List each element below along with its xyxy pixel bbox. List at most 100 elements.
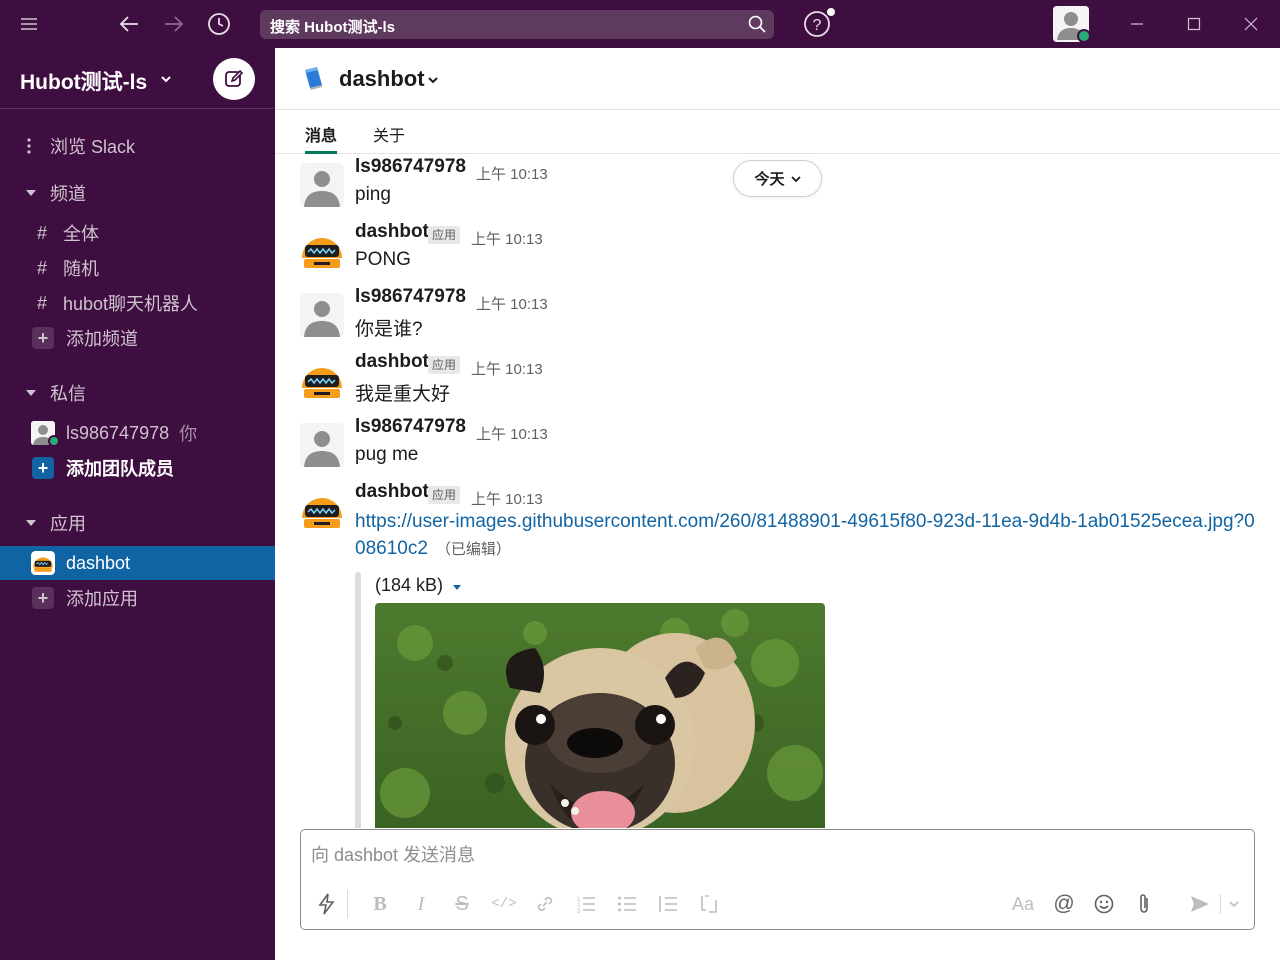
workspace-header[interactable]: Hubot测试-ls [0,48,275,109]
send-options-chevron-icon[interactable] [1223,890,1245,918]
hash-icon: # [37,292,48,313]
compose-button[interactable] [213,58,255,100]
forward-arrow-icon[interactable] [158,8,190,40]
add-team-members-button[interactable]: + 添加团队成员 [0,452,275,484]
sidebar-item-app-dashbot[interactable]: dashbot [0,546,275,580]
sidebar-item-label: 添加应用 [66,589,138,609]
blockquote-icon[interactable] [654,890,682,918]
message-timestamp[interactable]: 上午 10:13 [471,358,543,379]
today-label: 今天 [754,171,785,188]
channel-name[interactable]: dashbot [339,66,425,92]
dashbot-avatar[interactable] [300,358,344,402]
message-author[interactable]: dashbot [355,351,429,373]
message-timestamp[interactable]: 上午 10:13 [476,293,548,314]
channel-header: dashbot [275,48,1280,110]
italic-icon[interactable]: I [407,890,435,918]
toolbar-divider [347,890,348,918]
avatar[interactable] [300,163,344,207]
attachment-paperclip-icon[interactable] [1130,890,1158,918]
send-icon[interactable] [1186,890,1214,918]
sidebar-item-dm-self[interactable]: ls986747978 你 [0,417,275,449]
pug-image[interactable] [375,603,825,828]
bold-icon[interactable]: B [366,890,394,918]
workspace-name[interactable]: Hubot测试-ls [20,66,147,96]
message-timestamp[interactable]: 上午 10:13 [476,423,548,444]
add-channel-button[interactable]: + 添加频道 [0,322,275,354]
avatar[interactable] [300,293,344,337]
chevron-down-icon[interactable] [160,71,172,89]
chevron-down-icon[interactable] [427,72,439,90]
hash-icon: # [37,222,48,243]
message-author[interactable]: ls986747978 [355,416,466,438]
message-timestamp[interactable]: 上午 10:13 [476,163,548,184]
message-timestamp[interactable]: 上午 10:13 [471,228,543,249]
message-author[interactable]: ls986747978 [355,156,466,178]
hash-icon: # [37,257,48,278]
back-arrow-icon[interactable] [113,8,145,40]
menu-icon[interactable] [13,8,45,40]
svg-text:3: 3 [577,909,581,913]
message-timestamp[interactable]: 上午 10:13 [471,488,543,509]
search-bar[interactable]: 搜索 Hubot测试-ls [260,10,774,39]
sidebar-item-channel-hubot[interactable]: # hubot聊天机器人 [0,287,275,319]
code-icon[interactable]: </> [490,890,518,918]
message-item: dashbot 应用 上午 10:13 PONG [275,220,1280,285]
attachment-size-line[interactable]: (184 kB) [375,575,462,596]
shortcuts-lightning-icon[interactable] [313,890,341,918]
ordered-list-icon[interactable]: 123 [572,890,600,918]
attachment-size: (184 kB) [375,575,444,595]
add-app-button[interactable]: + 添加应用 [0,582,275,614]
message-text: 我是重大好 [355,384,451,405]
minimize-icon[interactable] [1125,12,1149,36]
search-icon [748,15,766,37]
plus-icon: + [32,457,54,479]
sidebar-item-label: hubot聊天机器人 [63,294,199,314]
message-author[interactable]: ls986747978 [355,286,466,308]
dashbot-avatar[interactable] [300,488,344,532]
section-channels[interactable]: 频道 [0,177,275,209]
code-block-icon[interactable] [695,890,723,918]
close-icon[interactable] [1239,12,1263,36]
message-author[interactable]: dashbot [355,221,429,243]
sidebar-item-browse[interactable]: 浏览 Slack [0,130,275,162]
chevron-down-icon [790,175,801,182]
sidebar-item-label: 随机 [63,259,100,279]
tab-messages[interactable]: 消息 [305,122,338,154]
sidebar-item-channel-all[interactable]: # 全体 [0,217,275,249]
maximize-icon[interactable] [1182,12,1206,36]
section-label: 频道 [50,184,86,204]
help-icon[interactable]: ? [803,8,835,38]
strikethrough-icon[interactable]: S [448,890,476,918]
tab-about[interactable]: 关于 [373,122,405,154]
attachment-bar [355,572,361,828]
message-author[interactable]: dashbot [355,481,429,503]
text-format-icon[interactable]: Aa [1009,890,1037,918]
sidebar-item-channel-random[interactable]: # 随机 [0,252,275,284]
plus-icon: + [32,327,54,349]
message-text: 你是谁? [355,319,423,340]
sidebar: Hubot测试-ls 浏览 Slack 频道 # 全体 # 随机 # hubot… [0,48,275,960]
date-divider-today-button[interactable]: 今天 [733,160,822,197]
history-clock-icon[interactable] [203,8,235,40]
message-item: ls986747978 上午 10:13 你是谁? [275,285,1280,350]
avatar[interactable] [300,423,344,467]
app-badge: 应用 [428,226,461,244]
section-apps[interactable]: 应用 [0,507,275,539]
section-label: 应用 [50,514,86,534]
bulleted-list-icon[interactable] [613,890,641,918]
emoji-icon[interactable] [1090,890,1118,918]
caret-down-icon [0,518,50,528]
dashbot-avatar[interactable] [300,228,344,272]
main-panel: dashbot 消息 关于 ls986747978 上午 10:13 ping … [275,48,1280,960]
sidebar-item-label: dashbot [66,552,131,573]
message-composer: B I S </> 123 Aa @ [300,829,1255,930]
message-input[interactable] [311,840,1211,870]
sidebar-item-label: 添加团队成员 [66,459,174,479]
link-icon[interactable] [531,890,559,918]
notification-dot [827,8,835,16]
message-text: ping [355,184,391,205]
section-direct-messages[interactable]: 私信 [0,377,275,409]
message-list: ls986747978 上午 10:13 ping 今天 dashbot 应用 … [275,155,1280,828]
mention-icon[interactable]: @ [1050,890,1078,918]
message-text: PONG [355,249,411,270]
